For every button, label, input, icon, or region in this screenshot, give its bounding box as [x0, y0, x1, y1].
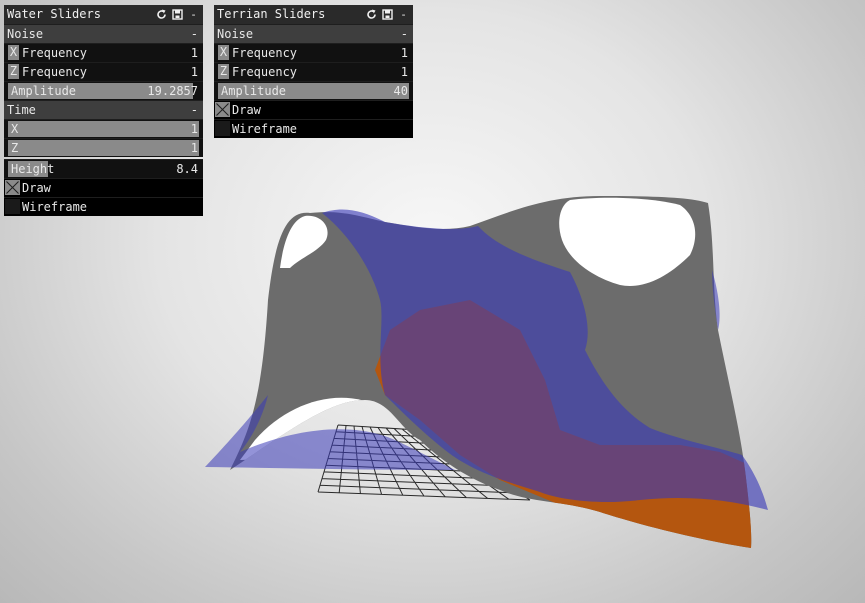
- slider-label: Frequency: [232, 46, 298, 60]
- save-icon[interactable]: [382, 8, 393, 20]
- slider-value: 1: [400, 46, 408, 60]
- slider-value: 1: [190, 65, 198, 79]
- draw-toggle[interactable]: Draw: [214, 100, 413, 119]
- slider-label: Frequency: [232, 65, 298, 79]
- x-frequency-slider[interactable]: X Frequency 1: [4, 43, 203, 62]
- panel-title-bar: Terrian Sliders -: [214, 5, 413, 24]
- folder-toggle[interactable]: -: [401, 25, 408, 43]
- toggle-label: Draw: [22, 181, 51, 195]
- slider-fill: [8, 140, 199, 156]
- slider-value: 1: [190, 122, 198, 136]
- panel-title: Water Sliders: [7, 7, 101, 21]
- wireframe-checkbox[interactable]: [215, 121, 230, 136]
- axis-badge: Z: [218, 64, 229, 79]
- draw-checkbox[interactable]: [215, 102, 230, 117]
- z-frequency-slider[interactable]: Z Frequency 1: [4, 62, 203, 81]
- z-frequency-slider[interactable]: Z Frequency 1: [214, 62, 413, 81]
- draw-checkbox[interactable]: [5, 180, 20, 195]
- slider-label: Frequency: [22, 65, 88, 79]
- noise-folder-header[interactable]: Noise -: [214, 24, 413, 43]
- collapse-button[interactable]: -: [188, 9, 199, 20]
- axis-badge: Z: [8, 64, 19, 79]
- save-icon[interactable]: [172, 8, 183, 20]
- axis-badge: X: [8, 45, 19, 60]
- slider-value: 19.2857: [147, 84, 198, 98]
- slider-value: 1: [400, 65, 408, 79]
- toggle-label: Draw: [232, 103, 261, 117]
- slider-label: Frequency: [22, 46, 88, 60]
- slider-value: 1: [190, 141, 198, 155]
- time-folder-header[interactable]: Time -: [4, 100, 203, 119]
- time-z-slider[interactable]: Z 1: [4, 138, 203, 157]
- amplitude-slider[interactable]: Amplitude 19.2857: [4, 81, 203, 100]
- panel-title-bar: Water Sliders -: [4, 5, 203, 24]
- slider-label: Height: [11, 162, 55, 176]
- panel-title: Terrian Sliders: [217, 7, 326, 21]
- wireframe-checkbox[interactable]: [5, 199, 20, 214]
- water-sliders-panel: Water Sliders - Noise - X Frequency 1 Z Fr…: [4, 5, 203, 216]
- slider-label: Amplitude: [221, 84, 287, 98]
- amplitude-slider[interactable]: Amplitude 40: [214, 81, 413, 100]
- slider-fill: [8, 121, 199, 137]
- wireframe-toggle[interactable]: Wireframe: [4, 197, 203, 216]
- height-slider[interactable]: Height 8.4: [4, 159, 203, 178]
- collapse-button[interactable]: -: [398, 9, 409, 20]
- slider-label: Z: [11, 141, 19, 155]
- toggle-label: Wireframe: [22, 200, 88, 214]
- slider-value: 1: [190, 46, 198, 60]
- refresh-icon[interactable]: [366, 9, 377, 20]
- wireframe-toggle[interactable]: Wireframe: [214, 119, 413, 138]
- time-x-slider[interactable]: X 1: [4, 119, 203, 138]
- draw-toggle[interactable]: Draw: [4, 178, 203, 197]
- folder-label: Noise: [217, 27, 254, 41]
- slider-value: 40: [393, 84, 408, 98]
- folder-toggle[interactable]: -: [191, 25, 198, 43]
- folder-label: Noise: [7, 27, 44, 41]
- toggle-label: Wireframe: [232, 122, 298, 136]
- folder-label: Time: [7, 103, 36, 117]
- terrain-sliders-panel: Terrian Sliders - Noise - X Frequency 1 Z…: [214, 5, 413, 138]
- noise-folder-header[interactable]: Noise -: [4, 24, 203, 43]
- slider-label: X: [11, 122, 19, 136]
- axis-badge: X: [218, 45, 229, 60]
- slider-value: 8.4: [176, 162, 198, 176]
- x-frequency-slider[interactable]: X Frequency 1: [214, 43, 413, 62]
- refresh-icon[interactable]: [156, 9, 167, 20]
- folder-toggle[interactable]: -: [191, 101, 198, 119]
- slider-label: Amplitude: [11, 84, 77, 98]
